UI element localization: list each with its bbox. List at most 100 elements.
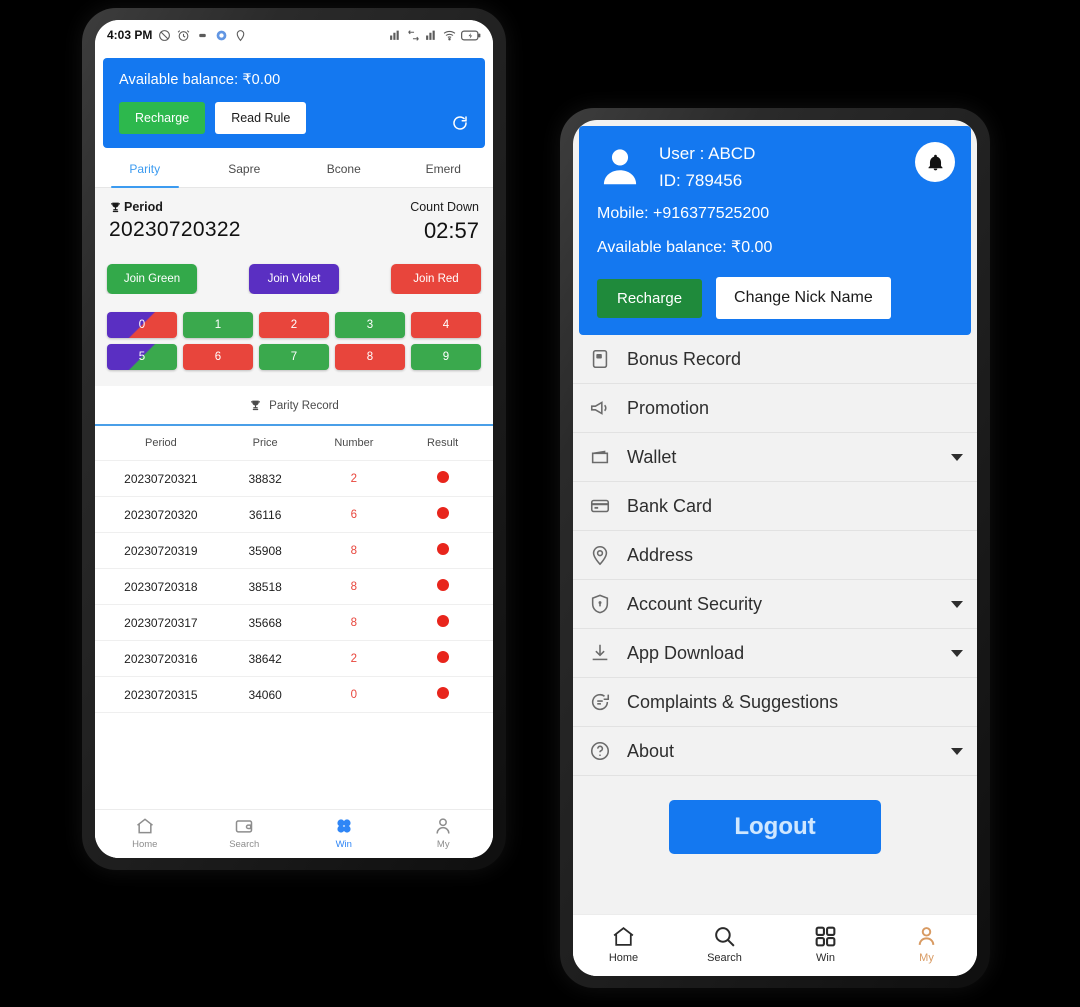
refresh-icon[interactable] <box>451 114 469 132</box>
menu-label: Address <box>627 544 694 565</box>
status-bar: 4:03 PM <box>95 20 493 50</box>
recharge-button[interactable]: Recharge <box>119 102 206 134</box>
number-button-7[interactable]: 7 <box>259 344 329 370</box>
number-button-6[interactable]: 6 <box>183 344 253 370</box>
table-row: 20230720319 35908 8 <box>95 533 493 569</box>
nav-label-my: My <box>919 952 934 964</box>
number-button-9[interactable]: 9 <box>411 344 481 370</box>
column-header-period: Period <box>144 437 177 449</box>
chevron-down-icon[interactable] <box>951 600 963 608</box>
result-dot-red <box>436 507 449 519</box>
shield-icon <box>589 593 611 615</box>
parity-record-header[interactable]: Parity Record <box>95 386 493 426</box>
menu-item-about[interactable]: About <box>573 727 977 776</box>
cell-price: 38642 <box>248 651 282 666</box>
menu-item-bank-card[interactable]: Bank Card <box>573 482 977 531</box>
change-nick-name-button[interactable]: Change Nick Name <box>716 277 891 319</box>
table-row: 20230720320 36116 6 <box>95 497 493 533</box>
logout-button[interactable]: Logout <box>669 800 881 854</box>
menu-label: Promotion <box>627 397 710 418</box>
tab-parity[interactable]: Parity <box>95 148 195 188</box>
cell-result <box>398 543 487 558</box>
cell-result <box>398 507 487 522</box>
chevron-down-icon[interactable] <box>951 649 963 657</box>
bottom-navigation: Home Search Win My <box>573 914 977 976</box>
cell-result <box>398 615 487 630</box>
clover-icon <box>334 816 354 836</box>
table-row: 20230720315 34060 0 <box>95 677 493 713</box>
nav-label-home: Home <box>608 952 639 964</box>
nav-item-home[interactable]: Home <box>95 816 195 850</box>
cell-number: 2 <box>350 472 358 485</box>
wallet-icon <box>589 446 611 468</box>
profile-user-line: User : ABCD <box>659 144 756 163</box>
number-button-2[interactable]: 2 <box>259 312 329 338</box>
menu-item-account-security[interactable]: Account Security <box>573 580 977 629</box>
number-button-1[interactable]: 1 <box>183 312 253 338</box>
tab-bcone[interactable]: Bcone <box>294 148 394 187</box>
join-red-button[interactable]: Join Red <box>391 264 481 294</box>
nav-item-home[interactable]: Home <box>573 924 674 964</box>
menu-item-complaints-suggestions[interactable]: Complaints & Suggestions <box>573 678 977 727</box>
menu-item-app-download[interactable]: App Download <box>573 629 977 678</box>
menu-label: Account Security <box>627 593 763 614</box>
chevron-down-icon[interactable] <box>951 747 963 755</box>
menu-label: About <box>627 740 675 761</box>
period-values-row: 20230720322 02:57 <box>109 214 479 244</box>
nav-item-win[interactable]: Win <box>294 816 394 850</box>
wallet-icon <box>234 816 254 836</box>
menu-item-address[interactable]: Address <box>573 531 977 580</box>
nav-item-search[interactable]: Search <box>195 816 295 850</box>
nav-label-win: Win <box>816 952 835 964</box>
megaphone-icon <box>589 397 611 419</box>
join-violet-button[interactable]: Join Violet <box>249 264 339 294</box>
menu-item-bonus-record[interactable]: Bonus Record <box>573 335 977 384</box>
nav-label-my: My <box>436 839 450 850</box>
home-icon <box>135 816 155 836</box>
available-balance-text: Available balance: ₹0.00 <box>119 72 281 88</box>
number-button-3[interactable]: 3 <box>335 312 405 338</box>
number-button-5[interactable]: 5 <box>107 344 177 370</box>
period-label-text: Period <box>124 200 163 214</box>
table-row: 20230720316 38642 2 <box>95 641 493 677</box>
bottom-navigation: Home Search Win My <box>95 809 493 858</box>
period-section: Period Count Down 20230720322 02:57 <box>95 188 493 244</box>
menu-label: Complaints & Suggestions <box>627 691 839 712</box>
join-green-button[interactable]: Join Green <box>107 264 197 294</box>
nav-item-search[interactable]: Search <box>674 924 775 964</box>
period-labels-row: Period Count Down <box>109 200 479 214</box>
result-dot-red <box>436 615 449 627</box>
period-label-group: Period <box>109 200 163 214</box>
join-buttons-row: Join Green Join Violet Join Red <box>95 244 493 294</box>
table-row: 20230720317 35668 8 <box>95 605 493 641</box>
number-button-0[interactable]: 0 <box>107 312 177 338</box>
chevron-down-icon[interactable] <box>951 453 963 461</box>
profile-balance-line: Available balance: ₹0.00 <box>597 239 773 256</box>
menu-item-wallet[interactable]: Wallet <box>573 433 977 482</box>
read-rule-button[interactable]: Read Rule <box>215 102 307 134</box>
number-button-8[interactable]: 8 <box>335 344 405 370</box>
credit-card-icon <box>589 495 611 517</box>
cell-price: 36116 <box>248 507 282 522</box>
menu-label: Bonus Record <box>627 348 742 369</box>
tab-sapre[interactable]: Sapre <box>195 148 295 187</box>
balance-card-buttons: Recharge Read Rule <box>119 102 471 134</box>
question-circle-icon <box>589 740 611 762</box>
bell-icon[interactable] <box>915 142 955 182</box>
right-phone-screen: User : ABCD ID: 789456 Mobile: +91637752… <box>573 120 977 976</box>
profile-buttons-row: Recharge Change Nick Name <box>597 277 955 319</box>
result-dot-red <box>436 471 449 483</box>
game-tabs: Parity Sapre Bcone Emerd <box>95 148 493 188</box>
number-button-4[interactable]: 4 <box>411 312 481 338</box>
result-dot-red <box>436 543 449 555</box>
chrome-icon <box>215 29 228 42</box>
nav-item-my[interactable]: My <box>876 924 977 964</box>
menu-item-promotion[interactable]: Promotion <box>573 384 977 433</box>
cell-number: 8 <box>350 544 358 557</box>
nav-item-win[interactable]: Win <box>775 924 876 964</box>
tab-emerd[interactable]: Emerd <box>394 148 494 187</box>
recharge-button[interactable]: Recharge <box>597 278 703 318</box>
nav-item-my[interactable]: My <box>394 816 494 850</box>
cell-price: 35668 <box>248 615 282 630</box>
column-header-price: Price <box>252 437 278 449</box>
